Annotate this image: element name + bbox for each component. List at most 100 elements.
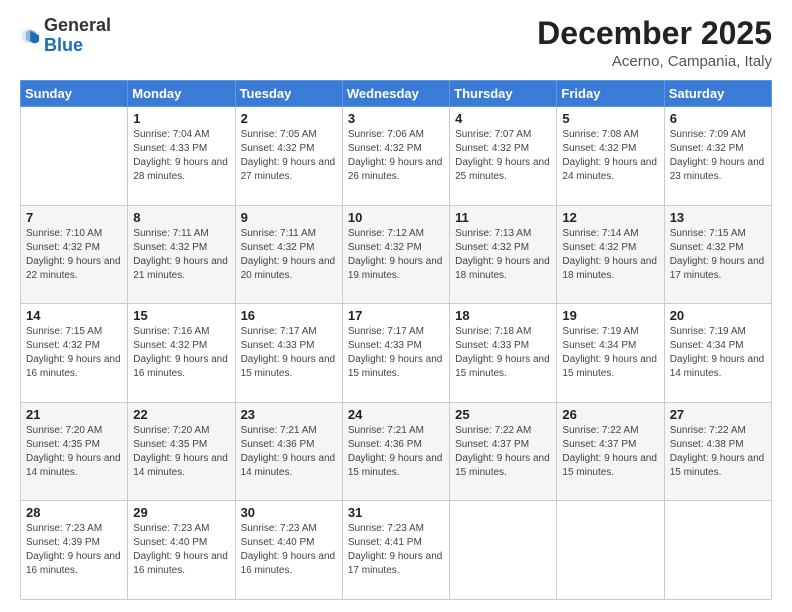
day-info: Sunrise: 7:07 AMSunset: 4:32 PMDaylight:… bbox=[455, 128, 551, 184]
day-info: Sunrise: 7:09 AMSunset: 4:32 PMDaylight:… bbox=[670, 128, 766, 184]
day-number: 30 bbox=[241, 505, 337, 520]
day-info: Sunrise: 7:10 AMSunset: 4:32 PMDaylight:… bbox=[26, 227, 122, 283]
calendar-table: SundayMondayTuesdayWednesdayThursdayFrid… bbox=[20, 80, 772, 600]
calendar-cell: 13 Sunrise: 7:15 AMSunset: 4:32 PMDayligh… bbox=[664, 205, 771, 304]
day-number: 9 bbox=[241, 210, 337, 225]
calendar-header-row: SundayMondayTuesdayWednesdayThursdayFrid… bbox=[21, 81, 772, 107]
day-header-saturday: Saturday bbox=[664, 81, 771, 107]
calendar-cell: 26 Sunrise: 7:22 AMSunset: 4:37 PMDayligh… bbox=[557, 402, 664, 501]
day-number: 12 bbox=[562, 210, 658, 225]
day-number: 10 bbox=[348, 210, 444, 225]
calendar-cell: 28 Sunrise: 7:23 AMSunset: 4:39 PMDayligh… bbox=[21, 501, 128, 600]
day-number: 14 bbox=[26, 308, 122, 323]
calendar-week-0: 1 Sunrise: 7:04 AMSunset: 4:33 PMDaylight… bbox=[21, 107, 772, 206]
day-number: 13 bbox=[670, 210, 766, 225]
calendar-cell: 1 Sunrise: 7:04 AMSunset: 4:33 PMDaylight… bbox=[128, 107, 235, 206]
day-number: 21 bbox=[26, 407, 122, 422]
calendar-cell: 17Sunrise: 7:17 AMSunset: 4:33 PMDayligh… bbox=[342, 304, 449, 403]
day-header-monday: Monday bbox=[128, 81, 235, 107]
logo: General Blue bbox=[20, 16, 111, 56]
day-header-tuesday: Tuesday bbox=[235, 81, 342, 107]
calendar-cell: 23Sunrise: 7:21 AMSunset: 4:36 PMDayligh… bbox=[235, 402, 342, 501]
day-number: 18 bbox=[455, 308, 551, 323]
calendar-page: General Blue December 2025 Acerno, Campa… bbox=[0, 0, 792, 612]
calendar-cell: 9 Sunrise: 7:11 AMSunset: 4:32 PMDaylight… bbox=[235, 205, 342, 304]
day-info: Sunrise: 7:18 AMSunset: 4:33 PMDaylight:… bbox=[455, 325, 551, 381]
day-number: 22 bbox=[133, 407, 229, 422]
day-info: Sunrise: 7:22 AMSunset: 4:37 PMDaylight:… bbox=[562, 424, 658, 480]
calendar-cell: 11 Sunrise: 7:13 AMSunset: 4:32 PMDayligh… bbox=[450, 205, 557, 304]
day-header-thursday: Thursday bbox=[450, 81, 557, 107]
day-info: Sunrise: 7:12 AMSunset: 4:32 PMDaylight:… bbox=[348, 227, 444, 283]
calendar-cell: 30Sunrise: 7:23 AMSunset: 4:40 PMDayligh… bbox=[235, 501, 342, 600]
month-title: December 2025 bbox=[537, 16, 772, 51]
day-info: Sunrise: 7:06 AMSunset: 4:32 PMDaylight:… bbox=[348, 128, 444, 184]
calendar-cell: 12Sunrise: 7:14 AMSunset: 4:32 PMDayligh… bbox=[557, 205, 664, 304]
day-number: 31 bbox=[348, 505, 444, 520]
day-info: Sunrise: 7:05 AMSunset: 4:32 PMDaylight:… bbox=[241, 128, 337, 184]
calendar-cell: 19 Sunrise: 7:19 AMSunset: 4:34 PMDayligh… bbox=[557, 304, 664, 403]
day-info: Sunrise: 7:23 AMSunset: 4:39 PMDaylight:… bbox=[26, 522, 122, 578]
title-block: December 2025 Acerno, Campania, Italy bbox=[537, 16, 772, 70]
day-info: Sunrise: 7:11 AMSunset: 4:32 PMDaylight:… bbox=[133, 227, 229, 283]
day-number: 1 bbox=[133, 111, 229, 126]
day-number: 3 bbox=[348, 111, 444, 126]
calendar-cell: 6 Sunrise: 7:09 AMSunset: 4:32 PMDaylight… bbox=[664, 107, 771, 206]
day-info: Sunrise: 7:21 AMSunset: 4:36 PMDaylight:… bbox=[348, 424, 444, 480]
calendar-cell bbox=[21, 107, 128, 206]
calendar-cell: 20 Sunrise: 7:19 AMSunset: 4:34 PMDayligh… bbox=[664, 304, 771, 403]
calendar-cell: 15 Sunrise: 7:16 AMSunset: 4:32 PMDayligh… bbox=[128, 304, 235, 403]
day-info: Sunrise: 7:04 AMSunset: 4:33 PMDaylight:… bbox=[133, 128, 229, 184]
calendar-cell: 24 Sunrise: 7:21 AMSunset: 4:36 PMDayligh… bbox=[342, 402, 449, 501]
day-info: Sunrise: 7:19 AMSunset: 4:34 PMDaylight:… bbox=[670, 325, 766, 381]
day-number: 19 bbox=[562, 308, 658, 323]
day-info: Sunrise: 7:22 AMSunset: 4:38 PMDaylight:… bbox=[670, 424, 766, 480]
day-number: 4 bbox=[455, 111, 551, 126]
day-number: 27 bbox=[670, 407, 766, 422]
logo-icon bbox=[20, 25, 42, 47]
calendar-cell: 29Sunrise: 7:23 AMSunset: 4:40 PMDayligh… bbox=[128, 501, 235, 600]
day-number: 2 bbox=[241, 111, 337, 126]
day-info: Sunrise: 7:17 AMSunset: 4:33 PMDaylight:… bbox=[348, 325, 444, 381]
calendar-cell: 18 Sunrise: 7:18 AMSunset: 4:33 PMDayligh… bbox=[450, 304, 557, 403]
day-info: Sunrise: 7:08 AMSunset: 4:32 PMDaylight:… bbox=[562, 128, 658, 184]
day-info: Sunrise: 7:15 AMSunset: 4:32 PMDaylight:… bbox=[670, 227, 766, 283]
day-info: Sunrise: 7:23 AMSunset: 4:41 PMDaylight:… bbox=[348, 522, 444, 578]
calendar-cell: 8Sunrise: 7:11 AMSunset: 4:32 PMDaylight… bbox=[128, 205, 235, 304]
calendar-cell: 7Sunrise: 7:10 AMSunset: 4:32 PMDaylight… bbox=[21, 205, 128, 304]
calendar-cell: 21Sunrise: 7:20 AMSunset: 4:35 PMDayligh… bbox=[21, 402, 128, 501]
day-number: 26 bbox=[562, 407, 658, 422]
calendar-cell: 22Sunrise: 7:20 AMSunset: 4:35 PMDayligh… bbox=[128, 402, 235, 501]
day-number: 25 bbox=[455, 407, 551, 422]
day-info: Sunrise: 7:11 AMSunset: 4:32 PMDaylight:… bbox=[241, 227, 337, 283]
calendar-week-1: 7Sunrise: 7:10 AMSunset: 4:32 PMDaylight… bbox=[21, 205, 772, 304]
location-title: Acerno, Campania, Italy bbox=[537, 53, 772, 70]
day-info: Sunrise: 7:19 AMSunset: 4:34 PMDaylight:… bbox=[562, 325, 658, 381]
day-header-wednesday: Wednesday bbox=[342, 81, 449, 107]
day-number: 23 bbox=[241, 407, 337, 422]
calendar-cell: 25 Sunrise: 7:22 AMSunset: 4:37 PMDayligh… bbox=[450, 402, 557, 501]
logo-text: General Blue bbox=[44, 16, 111, 56]
header: General Blue December 2025 Acerno, Campa… bbox=[20, 16, 772, 70]
calendar-cell bbox=[450, 501, 557, 600]
calendar-cell: 5Sunrise: 7:08 AMSunset: 4:32 PMDaylight… bbox=[557, 107, 664, 206]
day-info: Sunrise: 7:17 AMSunset: 4:33 PMDaylight:… bbox=[241, 325, 337, 381]
calendar-cell: 27 Sunrise: 7:22 AMSunset: 4:38 PMDayligh… bbox=[664, 402, 771, 501]
day-number: 11 bbox=[455, 210, 551, 225]
calendar-cell: 2 Sunrise: 7:05 AMSunset: 4:32 PMDaylight… bbox=[235, 107, 342, 206]
calendar-cell: 16 Sunrise: 7:17 AMSunset: 4:33 PMDayligh… bbox=[235, 304, 342, 403]
day-number: 20 bbox=[670, 308, 766, 323]
calendar-week-3: 21Sunrise: 7:20 AMSunset: 4:35 PMDayligh… bbox=[21, 402, 772, 501]
day-number: 28 bbox=[26, 505, 122, 520]
day-number: 24 bbox=[348, 407, 444, 422]
day-header-sunday: Sunday bbox=[21, 81, 128, 107]
calendar-cell: 4 Sunrise: 7:07 AMSunset: 4:32 PMDaylight… bbox=[450, 107, 557, 206]
day-number: 16 bbox=[241, 308, 337, 323]
day-info: Sunrise: 7:22 AMSunset: 4:37 PMDaylight:… bbox=[455, 424, 551, 480]
day-info: Sunrise: 7:13 AMSunset: 4:32 PMDaylight:… bbox=[455, 227, 551, 283]
day-number: 15 bbox=[133, 308, 229, 323]
day-number: 6 bbox=[670, 111, 766, 126]
calendar-cell: 3 Sunrise: 7:06 AMSunset: 4:32 PMDaylight… bbox=[342, 107, 449, 206]
day-info: Sunrise: 7:16 AMSunset: 4:32 PMDaylight:… bbox=[133, 325, 229, 381]
calendar-week-4: 28 Sunrise: 7:23 AMSunset: 4:39 PMDayligh… bbox=[21, 501, 772, 600]
